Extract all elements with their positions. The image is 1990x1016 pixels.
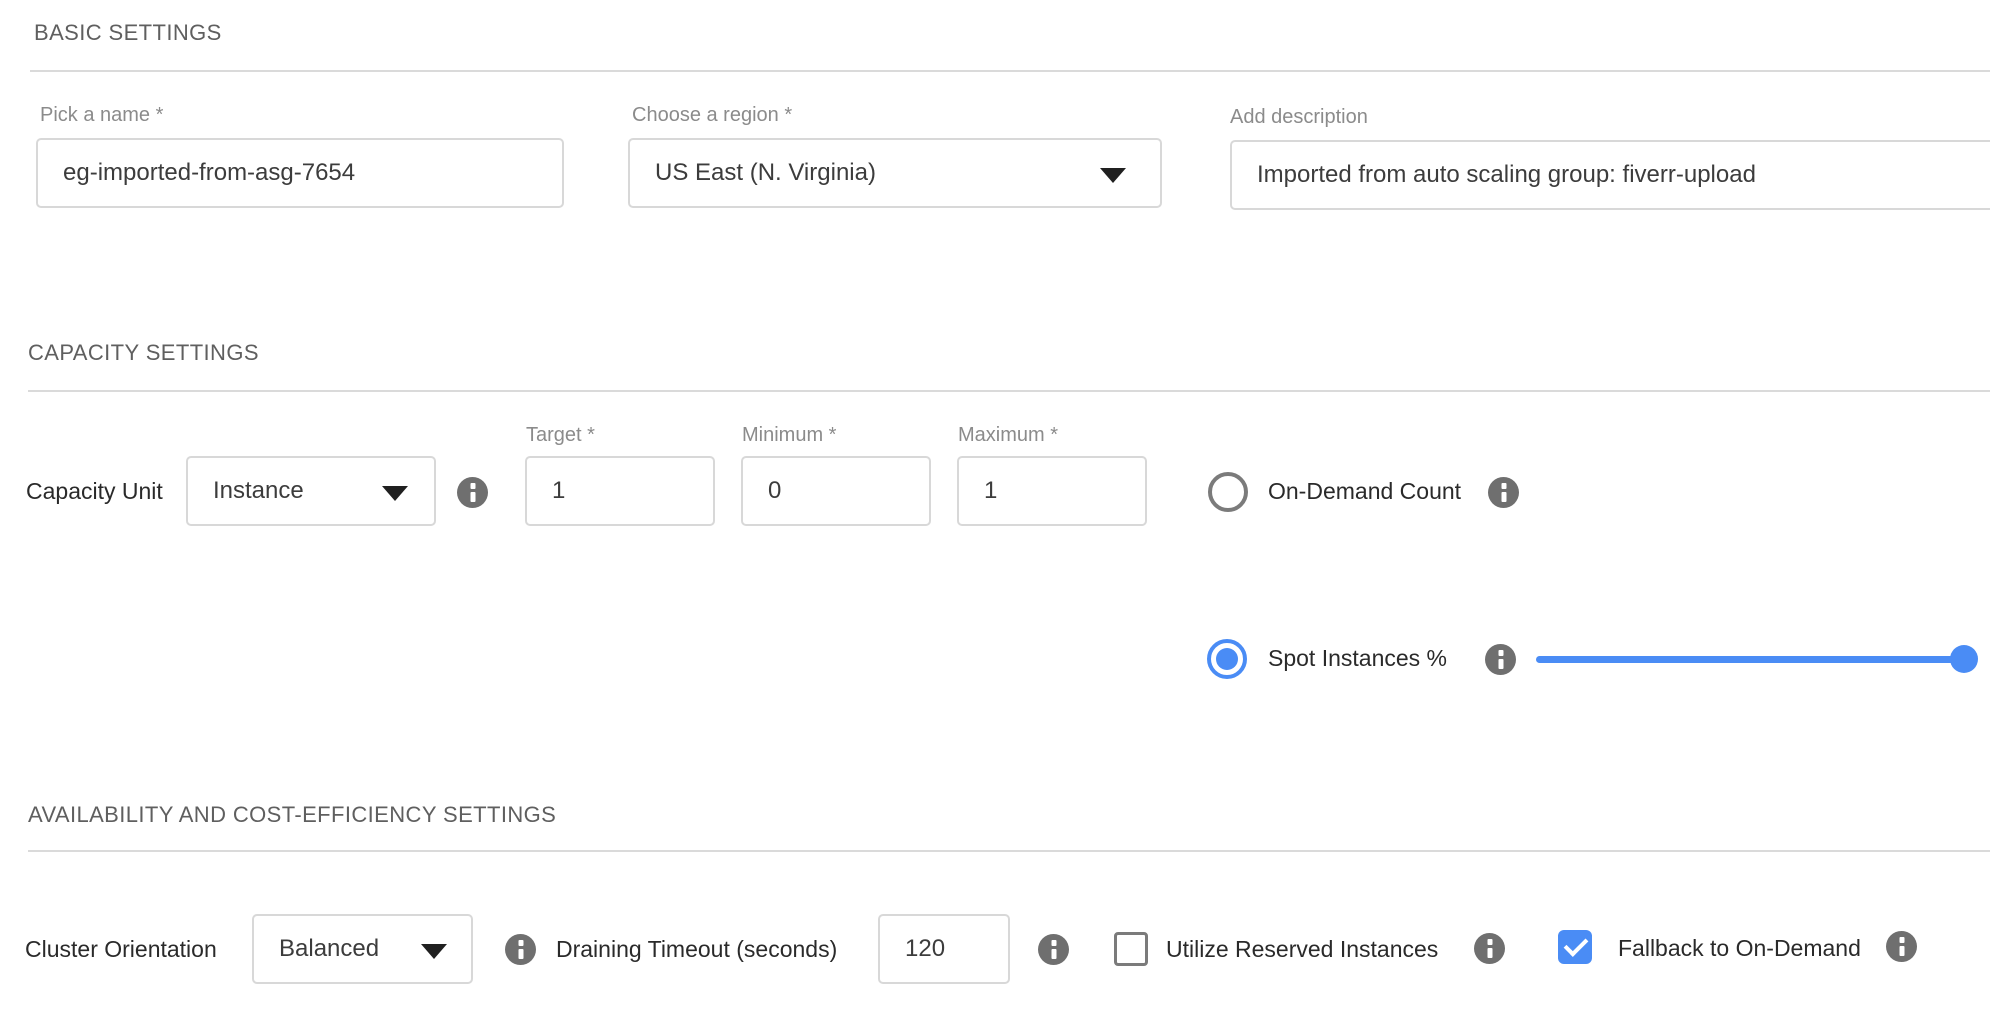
minimum-input-value: 0: [768, 477, 781, 505]
spot-instances-radio[interactable]: [1207, 639, 1247, 679]
region-label: Choose a region *: [632, 104, 792, 127]
capacity-unit-select[interactable]: Instance: [186, 456, 436, 526]
cluster-orientation-select[interactable]: Balanced: [252, 914, 473, 984]
capacity-settings-title: CAPACITY SETTINGS: [28, 340, 259, 366]
spot-percentage-slider-track[interactable]: [1536, 656, 1972, 663]
capacity-unit-select-value: Instance: [213, 477, 304, 505]
fallback-to-on-demand-info-icon[interactable]: [1886, 931, 1917, 962]
cluster-orientation-info-icon[interactable]: [505, 934, 536, 965]
minimum-input[interactable]: 0: [741, 456, 931, 526]
availability-settings-title: AVAILABILITY AND COST-EFFICIENCY SETTING…: [28, 802, 556, 828]
maximum-label: Maximum *: [958, 424, 1058, 447]
basic-settings-title: BASIC SETTINGS: [34, 20, 222, 46]
utilize-reserved-instances-label: Utilize Reserved Instances: [1166, 936, 1438, 963]
chevron-down-icon: [1100, 168, 1126, 183]
fallback-to-on-demand-label: Fallback to On-Demand: [1618, 935, 1861, 962]
name-input-value: eg-imported-from-asg-7654: [63, 159, 355, 187]
region-select[interactable]: US East (N. Virginia): [628, 138, 1162, 208]
draining-timeout-input[interactable]: 120: [878, 914, 1010, 984]
description-input[interactable]: Imported from auto scaling group: fiverr…: [1230, 140, 1990, 210]
capacity-unit-info-icon[interactable]: [457, 477, 488, 508]
description-label: Add description: [1230, 106, 1368, 129]
region-select-value: US East (N. Virginia): [655, 159, 876, 187]
maximum-input[interactable]: 1: [957, 456, 1147, 526]
name-label: Pick a name *: [40, 104, 163, 127]
target-input-value: 1: [552, 477, 565, 505]
name-input[interactable]: eg-imported-from-asg-7654: [36, 138, 564, 208]
availability-settings-divider: [28, 850, 1990, 852]
maximum-input-value: 1: [984, 477, 997, 505]
draining-timeout-input-value: 120: [905, 935, 945, 963]
fallback-to-on-demand-checkbox[interactable]: [1558, 930, 1592, 964]
on-demand-count-radio[interactable]: [1208, 472, 1248, 512]
spot-instances-info-icon[interactable]: [1485, 644, 1516, 675]
capacity-settings-divider: [28, 390, 1990, 392]
description-input-value: Imported from auto scaling group: fiverr…: [1257, 161, 1756, 189]
cluster-orientation-select-value: Balanced: [279, 935, 379, 963]
target-input[interactable]: 1: [525, 456, 715, 526]
basic-settings-divider: [30, 70, 1990, 72]
capacity-unit-label: Capacity Unit: [26, 478, 163, 505]
cluster-orientation-label: Cluster Orientation: [25, 936, 217, 963]
spot-instances-label: Spot Instances %: [1268, 645, 1447, 672]
utilize-reserved-instances-checkbox[interactable]: [1114, 932, 1148, 966]
minimum-label: Minimum *: [742, 424, 836, 447]
spot-percentage-slider-thumb[interactable]: [1950, 645, 1978, 673]
utilize-reserved-instances-info-icon[interactable]: [1474, 933, 1505, 964]
on-demand-count-label: On-Demand Count: [1268, 478, 1461, 505]
target-label: Target *: [526, 424, 595, 447]
on-demand-count-info-icon[interactable]: [1488, 477, 1519, 508]
chevron-down-icon: [382, 486, 408, 501]
chevron-down-icon: [421, 944, 447, 959]
draining-timeout-info-icon[interactable]: [1038, 934, 1069, 965]
draining-timeout-label: Draining Timeout (seconds): [556, 936, 837, 963]
